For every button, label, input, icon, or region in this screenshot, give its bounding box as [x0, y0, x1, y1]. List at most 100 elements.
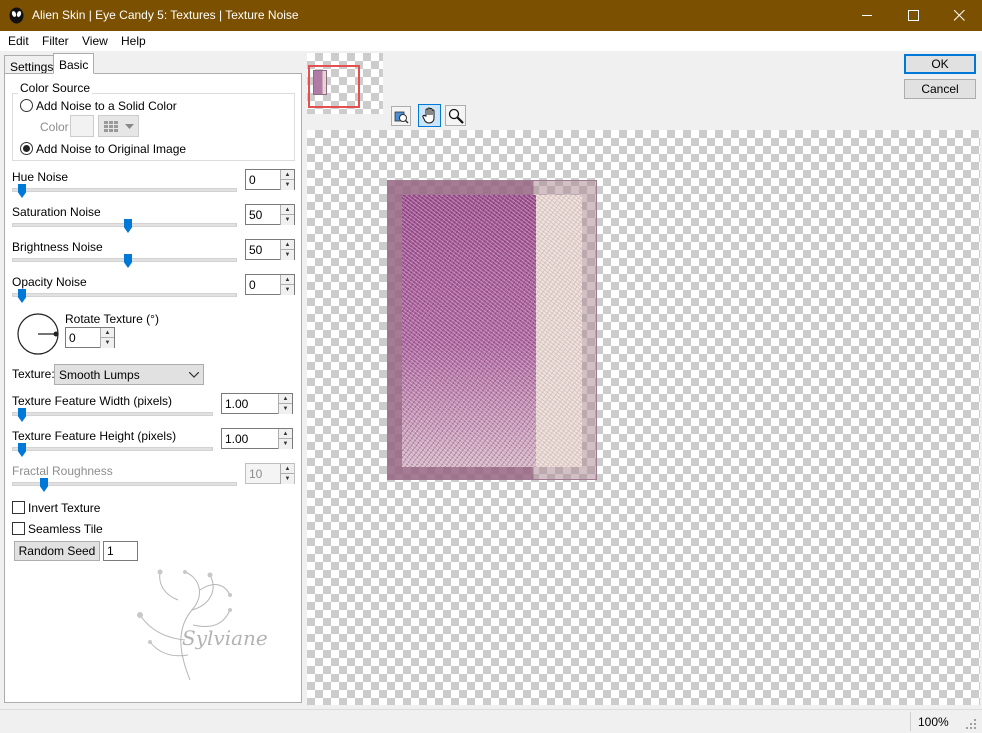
random-seed-button[interactable]: Random Seed: [14, 541, 100, 561]
texture-width-value[interactable]: 1.00: [225, 397, 248, 411]
brightness-noise-spinner[interactable]: 50 ▲ ▼: [245, 239, 295, 260]
spin-up-icon[interactable]: ▲: [280, 205, 294, 215]
zoom-reset-tool-icon: [394, 111, 409, 124]
saturation-noise-spinner[interactable]: 50 ▲ ▼: [245, 204, 295, 225]
menu-edit[interactable]: Edit: [8, 34, 29, 48]
rotate-texture-value[interactable]: 0: [69, 331, 76, 345]
seamless-tile-checkbox[interactable]: [12, 522, 25, 535]
solid-color-radio[interactable]: [20, 99, 33, 112]
invert-texture-label[interactable]: Invert Texture: [28, 501, 100, 515]
texture-height-track[interactable]: [12, 447, 213, 451]
chevron-down-icon: [125, 124, 134, 129]
random-seed-input[interactable]: 1: [103, 541, 138, 561]
texture-label: Texture:: [12, 367, 55, 381]
texture-height-label: Texture Feature Height (pixels): [12, 429, 177, 443]
alien-skin-app-icon: [9, 7, 24, 24]
spin-up-icon[interactable]: ▲: [280, 170, 294, 180]
spin-down-icon[interactable]: ▼: [280, 215, 294, 225]
menu-help[interactable]: Help: [121, 34, 146, 48]
texture-select-value: Smooth Lumps: [59, 368, 140, 382]
original-image-label[interactable]: Add Noise to Original Image: [36, 142, 186, 156]
tab-basic[interactable]: Basic: [53, 53, 95, 74]
texture-height-spinner[interactable]: 1.00 ▲ ▼: [221, 428, 293, 449]
resize-grip-icon[interactable]: [965, 718, 977, 730]
random-seed-value[interactable]: 1: [107, 544, 114, 558]
preview-canvas[interactable]: [307, 130, 980, 705]
spin-up-icon[interactable]: ▲: [280, 275, 294, 285]
minimize-button[interactable]: [844, 0, 890, 31]
hue-noise-label: Hue Noise: [12, 170, 69, 184]
preview-noise-texture: [402, 195, 536, 467]
hue-noise-spinner[interactable]: 0 ▲ ▼: [245, 169, 295, 190]
saturation-noise-label: Saturation Noise: [12, 205, 101, 219]
menu-filter[interactable]: Filter: [42, 34, 69, 48]
navigator-viewport-box[interactable]: [308, 65, 360, 108]
rotate-texture-label: Rotate Texture (°): [65, 312, 159, 326]
brightness-noise-value[interactable]: 50: [249, 243, 262, 257]
opacity-noise-value[interactable]: 0: [249, 278, 256, 292]
fractal-roughness-value: 10: [249, 467, 263, 481]
hue-noise-value[interactable]: 0: [249, 173, 256, 187]
cancel-button[interactable]: Cancel: [904, 79, 976, 99]
maximize-button[interactable]: [890, 0, 936, 31]
close-button[interactable]: [936, 0, 982, 31]
watermark-text: Sylviane: [182, 626, 268, 650]
spin-up-icon: ▲: [280, 464, 294, 474]
hand-tool-icon: [422, 107, 435, 124]
texture-width-label: Texture Feature Width (pixels): [12, 394, 173, 408]
fractal-roughness-label: Fractal Roughness: [12, 464, 113, 478]
minimize-icon: [861, 15, 872, 16]
spin-up-icon[interactable]: ▲: [278, 394, 292, 404]
window-title: Alien Skin | Eye Candy 5: Textures | Tex…: [32, 8, 299, 22]
invert-texture-checkbox[interactable]: [12, 501, 25, 514]
status-bar: 100%: [0, 709, 982, 733]
texture-width-track[interactable]: [12, 412, 213, 416]
color-label: Color: [40, 120, 69, 134]
magnifier-tool-icon: [448, 108, 464, 124]
color-source-label: Color Source: [18, 81, 93, 95]
spin-up-icon[interactable]: ▲: [100, 328, 114, 338]
solid-color-label[interactable]: Add Noise to a Solid Color: [36, 99, 177, 113]
status-divider: [910, 712, 911, 731]
saturation-noise-value[interactable]: 50: [249, 208, 262, 222]
close-icon: [953, 10, 965, 21]
zoom-level: 100%: [918, 715, 949, 729]
spin-down-icon[interactable]: ▼: [280, 250, 294, 260]
texture-height-value[interactable]: 1.00: [225, 432, 248, 446]
menu-view[interactable]: View: [82, 34, 108, 48]
spin-down-icon[interactable]: ▼: [278, 439, 292, 449]
chevron-down-icon: [189, 372, 199, 378]
preview-image-frame: [387, 180, 597, 480]
hue-noise-track[interactable]: [12, 188, 237, 192]
ok-button[interactable]: OK: [904, 54, 976, 74]
hand-tool-button[interactable]: [418, 104, 441, 127]
spin-up-icon[interactable]: ▲: [278, 429, 292, 439]
maximize-icon: [907, 10, 919, 21]
spin-down-icon: ▼: [280, 474, 294, 484]
magnifier-tool-button[interactable]: [445, 105, 466, 126]
rotate-texture-dial[interactable]: [16, 312, 60, 356]
tab-settings[interactable]: Settings: [4, 55, 60, 74]
menu-bar: Edit Filter View Help: [0, 31, 982, 51]
navigator-thumbnail[interactable]: [307, 53, 383, 114]
preview-light-strip: [536, 195, 582, 467]
sylviane-watermark: Sylviane: [137, 569, 268, 681]
spin-up-icon[interactable]: ▲: [280, 240, 294, 250]
spin-down-icon[interactable]: ▼: [278, 404, 292, 414]
texture-width-spinner[interactable]: 1.00 ▲ ▼: [221, 393, 293, 414]
rotate-texture-spinner[interactable]: 0 ▲ ▼: [65, 327, 115, 348]
spin-down-icon[interactable]: ▼: [280, 285, 294, 295]
opacity-noise-spinner[interactable]: 0 ▲ ▼: [245, 274, 295, 295]
spin-down-icon[interactable]: ▼: [280, 180, 294, 190]
original-image-radio[interactable]: [20, 142, 33, 155]
color-palette-dropdown[interactable]: [98, 115, 139, 137]
seamless-tile-label[interactable]: Seamless Tile: [28, 522, 103, 536]
title-bar[interactable]: Alien Skin | Eye Candy 5: Textures | Tex…: [0, 0, 982, 31]
palette-grid-icon: [104, 121, 118, 132]
zoom-reset-tool-button[interactable]: [391, 106, 411, 126]
opacity-noise-track[interactable]: [12, 293, 237, 297]
spin-down-icon[interactable]: ▼: [100, 338, 114, 348]
color-swatch[interactable]: [70, 115, 94, 137]
texture-select[interactable]: Smooth Lumps: [54, 364, 204, 385]
opacity-noise-label: Opacity Noise: [12, 275, 87, 289]
